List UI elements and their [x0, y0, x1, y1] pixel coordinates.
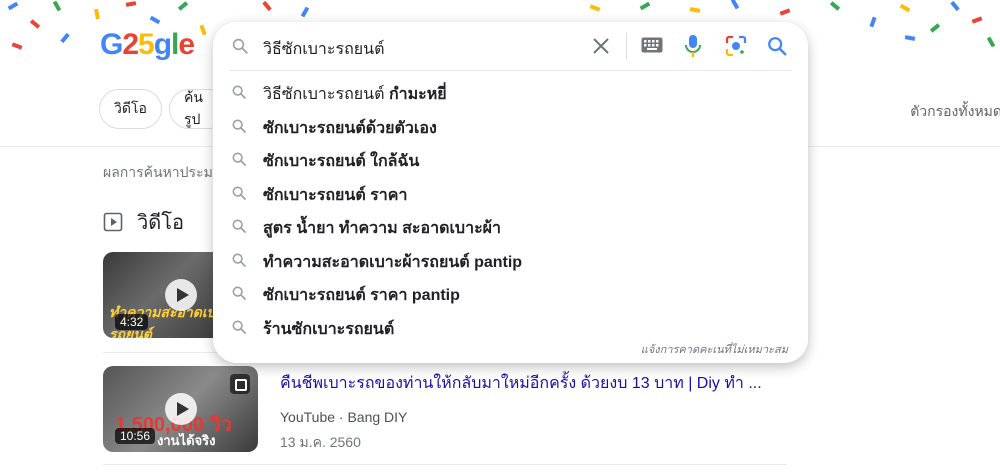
chip-videos[interactable]: วิดีโอ — [99, 89, 162, 129]
video-duration: 10:56 — [115, 428, 156, 444]
suggestion-text: ทำความสะอาดเบาะผ้ารถยนต์ pantip — [263, 253, 523, 271]
search-icon — [232, 119, 246, 133]
close-icon[interactable] — [589, 34, 613, 58]
suggestion-item[interactable]: ซักเบาะรถยนต์ ใกล้ฉัน — [213, 142, 808, 176]
thumbnail-caption: งานได้จริง — [157, 433, 216, 448]
mic-icon[interactable] — [683, 34, 703, 58]
video-section-header: วิดีโอ — [103, 206, 184, 238]
search-box: วิธีซักเบาะรถยนต์ วิธีซักเบาะรถยนต์ กำมะ… — [213, 22, 808, 363]
search-icon — [232, 253, 246, 267]
video-result-date: 13 ม.ค. 2560 — [280, 434, 361, 450]
channel-name: Bang DIY — [347, 409, 408, 425]
suggestion-item[interactable]: ทำความสะอาดเบาะผ้ารถยนต์ pantip — [213, 243, 808, 277]
search-icon — [232, 152, 246, 166]
lens-icon[interactable] — [725, 35, 747, 57]
search-icon — [232, 219, 246, 233]
suggestion-text: ซักเบาะรถยนต์ด้วยตัวเอง — [263, 119, 437, 137]
suggestion-text: วิธีซักเบาะรถยนต์ กำมะหยี่ — [263, 86, 447, 103]
suggestion-item[interactable]: สูตร น้ำยา ทำความ สะอาดเบาะผ้า — [213, 209, 808, 243]
row-divider — [103, 464, 787, 465]
video-icon — [103, 212, 123, 232]
suggestion-text: ซักเบาะรถยนต์ ใกล้ฉัน — [263, 153, 420, 170]
search-input[interactable]: วิธีซักเบาะรถยนต์ — [263, 37, 384, 62]
suggestion-item[interactable]: ซักเบาะรถยนต์ด้วยตัวเอง — [213, 109, 808, 143]
suggestion-item[interactable]: ซักเบาะรถยนต์ ราคา pantip — [213, 276, 808, 310]
video-duration: 4:32 — [115, 314, 149, 330]
suggestion-text: ซักเบาะรถยนต์ ราคา — [263, 186, 408, 204]
open-external-icon[interactable] — [230, 374, 250, 394]
search-icon — [232, 286, 246, 300]
search-icon — [232, 186, 246, 200]
play-icon[interactable] — [164, 279, 197, 311]
source-name: YouTube — [280, 409, 336, 425]
search-submit-icon[interactable] — [766, 35, 788, 57]
video-result-title[interactable]: คืนชีพเบาะรถของท่านให้กลับมาใหม่อีกครั้ง… — [280, 371, 762, 396]
suggestion-text: สูตร น้ำยา ทำความ สะอาดเบาะผ้า — [263, 220, 502, 237]
suggestion-item[interactable]: ซักเบาะรถยนต์ ราคา — [213, 176, 808, 210]
video-section-title: วิดีโอ — [137, 212, 184, 234]
search-icon — [232, 85, 246, 99]
video-thumbnail[interactable]: 1,500,000 วิว งานได้จริง 10:56 — [103, 366, 258, 452]
report-predictions-link[interactable]: แจ้งการคาดคะเนที่ไม่เหมาะสม — [641, 340, 788, 358]
search-divider — [626, 33, 627, 59]
suggestion-item[interactable]: ร้านซักเบาะรถยนต์ — [213, 310, 808, 344]
google-logo[interactable]: G25gle — [100, 28, 195, 62]
keyboard-icon[interactable] — [641, 37, 663, 53]
video-result-source: YouTube · Bang DIY — [280, 409, 407, 425]
suggestion-text: ร้านซักเบาะรถยนต์ — [263, 320, 395, 338]
search-icon — [232, 320, 246, 334]
search-input-row[interactable]: วิธีซักเบาะรถยนต์ — [213, 22, 808, 70]
all-filters-button[interactable]: ตัวกรองทั้งหมด — [910, 101, 1000, 123]
suggestion-text: ซักเบาะรถยนต์ ราคา pantip — [263, 287, 460, 304]
suggestion-item[interactable]: วิธีซักเบาะรถยนต์ กำมะหยี่ — [213, 75, 808, 109]
search-dropdown-divider — [229, 70, 792, 71]
search-icon — [232, 38, 248, 54]
play-icon[interactable] — [164, 393, 197, 425]
suggestion-list: วิธีซักเบาะรถยนต์ กำมะหยี่ ซักเบาะรถยนต์… — [213, 75, 808, 343]
